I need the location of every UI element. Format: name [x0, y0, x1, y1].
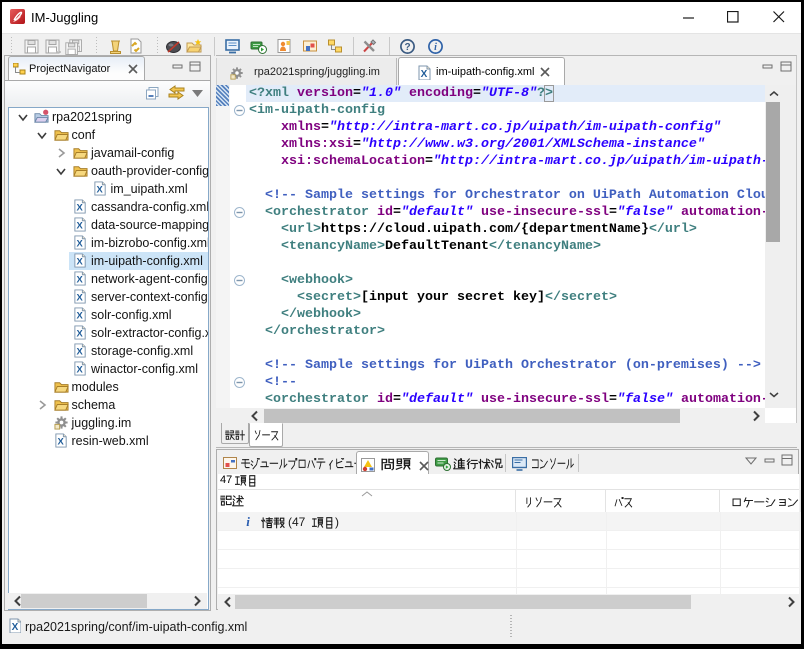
svg-text:X: X: [76, 274, 83, 284]
svg-text:X: X: [421, 69, 428, 80]
svg-text:X: X: [96, 184, 103, 194]
svg-text:X: X: [76, 256, 83, 266]
svg-text:X: X: [76, 310, 83, 320]
svg-text:i: i: [434, 42, 437, 53]
svg-text:X: X: [57, 436, 64, 446]
svg-text:X: X: [76, 202, 83, 212]
svg-text:X: X: [76, 220, 83, 230]
svg-text:X: X: [76, 328, 83, 338]
svg-text:X: X: [12, 622, 19, 633]
svg-text:i: i: [246, 515, 250, 528]
svg-text:?: ?: [404, 42, 410, 53]
svg-text:X: X: [76, 364, 83, 374]
svg-text:X: X: [76, 346, 83, 356]
svg-text:X: X: [76, 292, 83, 302]
svg-text:X: X: [76, 238, 83, 248]
